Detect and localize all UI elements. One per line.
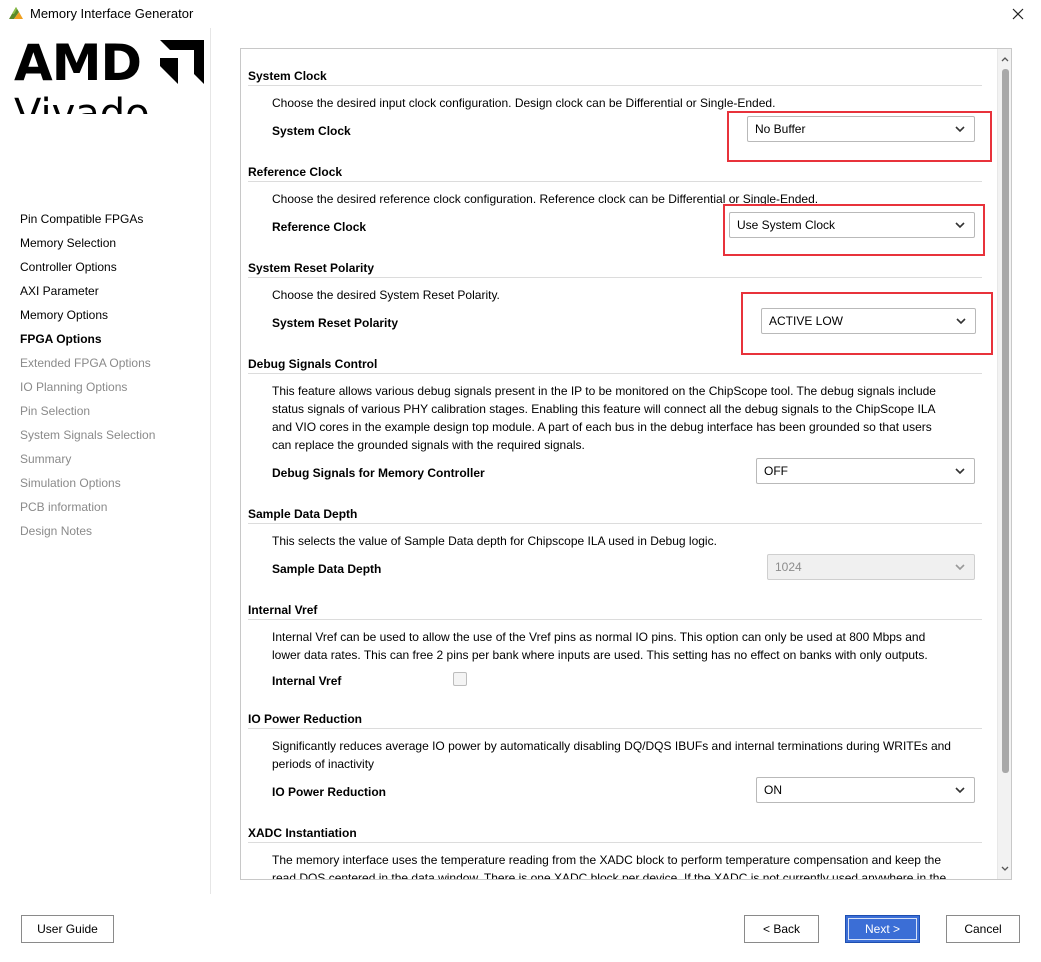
section-title-reference-clock: Reference Clock <box>248 165 343 179</box>
nav-item-pin-compatible-fpgas[interactable]: Pin Compatible FPGAs <box>20 210 155 234</box>
nav-item-system-signals-selection: System Signals Selection <box>20 428 156 442</box>
back-label: < Back <box>762 922 801 936</box>
section-desc-io-power: Significantly reduces average IO power b… <box>272 737 984 773</box>
chevron-down-icon <box>1001 866 1009 871</box>
nav-item-io-planning-options: IO Planning Options <box>20 380 128 394</box>
io-power-value: ON <box>764 783 782 797</box>
nav-item-pin-selection: Pin Selection <box>20 404 91 418</box>
io-power-label: IO Power Reduction <box>272 785 387 799</box>
wizard-nav: Pin Compatible FPGAs Memory Selection Co… <box>20 210 155 546</box>
section-title-sample-depth: Sample Data Depth <box>248 507 358 521</box>
sample-depth-value: 1024 <box>775 560 802 574</box>
section-divider <box>248 373 982 374</box>
nav-item-memory-options[interactable]: Memory Options <box>20 306 155 330</box>
options-scroll-area[interactable]: System Clock Choose the desired input cl… <box>241 49 997 879</box>
close-icon <box>1012 8 1024 20</box>
section-title-reset-polarity: System Reset Polarity <box>248 261 375 275</box>
section-title-debug: Debug Signals Control <box>248 357 378 371</box>
cancel-label: Cancel <box>964 922 1002 936</box>
scroll-up-button[interactable] <box>998 51 1011 67</box>
amd-arrow-logo-icon <box>160 40 204 84</box>
section-desc-sample-depth: This selects the value of Sample Data de… <box>272 534 717 548</box>
section-divider <box>248 842 982 843</box>
section-desc-system-clock: Choose the desired input clock configura… <box>272 96 776 110</box>
section-divider <box>248 523 982 524</box>
debug-signals-label: Debug Signals for Memory Controller <box>272 466 485 480</box>
close-button[interactable] <box>995 0 1041 28</box>
desc-line: Significantly reduces average IO power b… <box>272 739 951 753</box>
section-divider <box>248 85 982 86</box>
section-title-io-power: IO Power Reduction <box>248 712 363 726</box>
nav-item-controller-options[interactable]: Controller Options <box>20 258 155 282</box>
sample-depth-label: Sample Data Depth <box>272 562 382 576</box>
section-desc-internal-vref: Internal Vref can be used to allow the u… <box>272 628 984 664</box>
section-title-system-clock: System Clock <box>248 69 327 83</box>
highlight-box-system-clock <box>727 111 992 162</box>
desc-line: periods of inactivity <box>272 757 375 771</box>
desc-line: and VIO cores in the example design top … <box>272 420 932 434</box>
reset-polarity-label: System Reset Polarity <box>272 316 399 330</box>
sample-depth-select: 1024 <box>767 554 975 580</box>
sidebar: AMD Vivado Pin Compatible FPGAs Memory S… <box>0 28 211 894</box>
internal-vref-checkbox[interactable] <box>453 672 467 686</box>
section-desc-debug: This feature allows various debug signal… <box>272 382 984 454</box>
scrollbar-thumb[interactable] <box>1002 69 1009 773</box>
amd-logo-text: AMD <box>14 34 142 92</box>
debug-signals-select[interactable]: OFF <box>756 458 975 484</box>
desc-line: lower data rates. This can free 2 pins p… <box>272 648 928 662</box>
desc-line: can replace the grounded signals with th… <box>272 438 585 452</box>
user-guide-label: User Guide <box>37 922 98 936</box>
highlight-box-reset-polarity <box>741 292 993 355</box>
system-clock-label: System Clock <box>272 124 351 138</box>
desc-line: read DQS centered in the data window. Th… <box>272 871 947 879</box>
desc-line: status signals of various PHY calibratio… <box>272 402 936 416</box>
next-button[interactable]: Next > <box>845 915 920 943</box>
section-desc-xadc: The memory interface uses the temperatur… <box>272 851 984 879</box>
section-divider <box>248 619 982 620</box>
section-divider <box>248 181 982 182</box>
back-button[interactable]: < Back <box>744 915 819 943</box>
user-guide-button[interactable]: User Guide <box>21 915 114 943</box>
chevron-down-icon <box>955 787 965 794</box>
internal-vref-label: Internal Vref <box>272 674 342 688</box>
chevron-down-icon <box>955 468 965 475</box>
nav-item-simulation-options: Simulation Options <box>20 476 121 490</box>
title-bar: Memory Interface Generator <box>0 0 1041 28</box>
nav-item-axi-parameter[interactable]: AXI Parameter <box>20 282 155 306</box>
vivado-logo-text: Vivado <box>14 94 214 114</box>
desc-line: This feature allows various debug signal… <box>272 384 936 398</box>
mig-window: Memory Interface Generator AMD Vivado Pi… <box>0 0 1041 962</box>
desc-line: Internal Vref can be used to allow the u… <box>272 630 926 644</box>
nav-item-fpga-options[interactable]: FPGA Options <box>20 330 155 354</box>
nav-item-memory-selection[interactable]: Memory Selection <box>20 234 155 258</box>
debug-signals-value: OFF <box>764 464 788 478</box>
vertical-scrollbar[interactable] <box>997 49 1011 879</box>
section-divider <box>248 277 982 278</box>
reference-clock-label: Reference Clock <box>272 220 367 234</box>
vivado-app-icon <box>9 7 23 19</box>
chevron-down-icon <box>955 564 965 571</box>
io-power-select[interactable]: ON <box>756 777 975 803</box>
section-title-xadc: XADC Instantiation <box>248 826 357 840</box>
options-panel: System Clock Choose the desired input cl… <box>240 48 1012 880</box>
vivado-logo: Vivado <box>14 92 214 114</box>
window-title: Memory Interface Generator <box>30 6 194 21</box>
section-title-internal-vref: Internal Vref <box>248 603 318 617</box>
nav-item-pcb-information: PCB information <box>20 500 108 514</box>
nav-item-extended-fpga-options: Extended FPGA Options <box>20 356 151 370</box>
nav-item-summary: Summary <box>20 452 72 466</box>
highlight-box-reference-clock <box>723 204 985 256</box>
cancel-button[interactable]: Cancel <box>946 915 1020 943</box>
scroll-down-button[interactable] <box>998 861 1011 877</box>
nav-item-design-notes: Design Notes <box>20 524 93 538</box>
section-divider <box>248 728 982 729</box>
chevron-up-icon <box>1001 57 1009 62</box>
next-label: Next > <box>864 922 900 936</box>
desc-line: The memory interface uses the temperatur… <box>272 853 941 867</box>
